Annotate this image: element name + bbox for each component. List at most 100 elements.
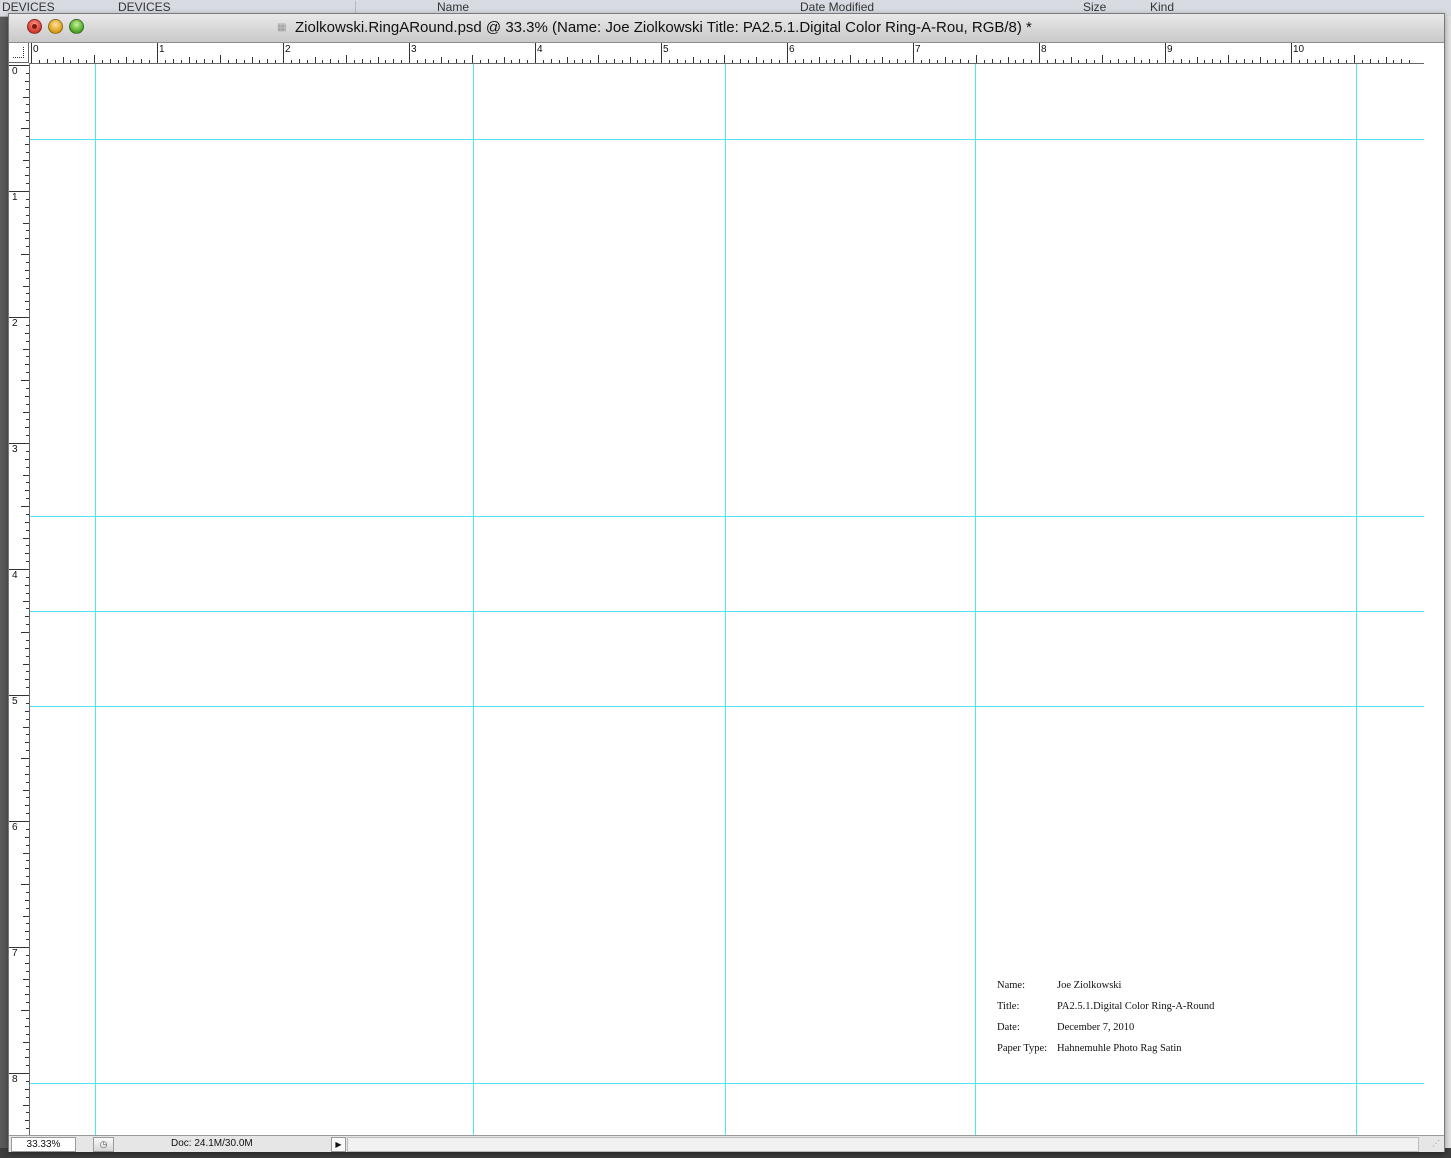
ruler-tick: [881, 57, 883, 63]
ruler-tick: [1172, 60, 1174, 63]
horizontal-guide[interactable]: [30, 611, 1424, 612]
ruler-tick: [542, 60, 544, 63]
ruler-tick: [133, 60, 135, 63]
document-icon[interactable]: ▦: [277, 23, 289, 33]
ruler-tick: [220, 55, 221, 63]
horizontal-guide[interactable]: [30, 1083, 1424, 1084]
ruler-tick: [26, 860, 29, 862]
ruler-tick: [117, 60, 119, 63]
horizontal-guide[interactable]: [30, 139, 1424, 140]
ruler-tick: [26, 450, 29, 452]
ruler-tick: [26, 1096, 29, 1098]
ruler-tick: [1054, 59, 1056, 63]
ruler-tick: [1094, 60, 1096, 63]
history-clock-icon[interactable]: ◷: [93, 1137, 114, 1152]
ruler-tick: [479, 60, 481, 63]
ruler-tick: [290, 60, 292, 63]
ruler-label: 5: [663, 44, 669, 55]
ruler-tick: [519, 59, 521, 63]
ruler-tick: [26, 844, 29, 846]
column-header-date[interactable]: Date Modified: [800, 0, 874, 14]
ruler-tick: [857, 60, 859, 63]
vertical-ruler[interactable]: 0 1 2 3 4 5 6 7 8: [9, 63, 30, 1135]
ruler-tick: [731, 60, 733, 63]
ruler-tick: [393, 59, 395, 63]
resize-grip-icon[interactable]: ⋰: [1432, 1139, 1442, 1149]
ruler-tick: [747, 60, 749, 63]
horizontal-guide[interactable]: [30, 516, 1424, 517]
ruler-tick: [25, 395, 29, 397]
ruler-label: 7: [915, 44, 921, 55]
ruler-tick: [1125, 60, 1127, 63]
document-canvas[interactable]: Name: Joe Ziolkowski Title: PA2.5.1.Digi…: [30, 64, 1424, 1135]
ruler-tick: [25, 773, 29, 775]
ruler-tick: [629, 57, 631, 63]
ruler-label: 10: [1293, 44, 1305, 55]
ruler-tick: [26, 230, 29, 232]
info-label: Name:: [997, 980, 1025, 991]
ruler-tick: [944, 57, 946, 63]
status-menu-arrow-icon[interactable]: ▶: [331, 1137, 346, 1152]
ruler-tick: [26, 765, 29, 767]
zoom-level-field[interactable]: 33.33%: [11, 1137, 76, 1152]
column-header-size[interactable]: Size: [1083, 0, 1106, 14]
ruler-tick: [26, 576, 29, 578]
ruler-tick: [25, 1120, 29, 1122]
column-header-kind[interactable]: Kind: [1150, 0, 1174, 14]
ruler-tick: [23, 726, 29, 728]
ruler-tick: [26, 907, 29, 909]
vertical-guide[interactable]: [975, 64, 976, 1135]
zoom-button[interactable]: [69, 19, 84, 34]
ruler-tick: [25, 931, 29, 933]
title-bar[interactable]: ▦ Ziolkowski.RingARound.psd @ 33.3% (Nam…: [9, 14, 1444, 43]
ruler-tick: [21, 506, 29, 507]
ruler-tick: [1007, 57, 1009, 63]
ruler-tick: [275, 60, 277, 63]
ruler-tick: [23, 222, 29, 224]
ruler-tick: [684, 60, 686, 63]
ruler-tick: [1015, 60, 1017, 63]
ruler-tick: [1109, 60, 1111, 63]
ruler-tick: [369, 60, 371, 63]
ruler-label: 1: [159, 44, 165, 55]
horizontal-ruler[interactable]: 0 1 2 3 4 5 6 7 8 9 10: [29, 43, 1424, 64]
ruler-tick: [598, 55, 599, 63]
ruler-tick: [21, 758, 29, 759]
ruler-tick: [26, 1112, 29, 1114]
ruler-tick: [26, 986, 29, 988]
ruler-tick: [26, 482, 29, 484]
info-value: Joe Ziolkowski: [1057, 980, 1122, 991]
vertical-guide[interactable]: [725, 64, 726, 1135]
ruler-tick: [78, 59, 80, 63]
ruler-tick: [1220, 60, 1222, 63]
ruler-tick: [1039, 43, 1040, 63]
ruler-tick: [283, 43, 284, 63]
ruler-tick: [26, 419, 29, 421]
vertical-guide[interactable]: [1356, 64, 1357, 1135]
minimize-button[interactable]: [48, 19, 63, 34]
ruler-tick: [1235, 60, 1237, 63]
horizontal-guide[interactable]: [30, 706, 1424, 707]
vertical-guide[interactable]: [473, 64, 474, 1135]
ruler-tick: [1314, 60, 1316, 63]
ruler-tick: [920, 60, 922, 63]
ruler-label: 1: [12, 192, 18, 203]
ruler-tick: [1369, 59, 1371, 63]
ruler-tick: [172, 59, 174, 63]
ruler-tick: [1361, 60, 1363, 63]
vertical-guide[interactable]: [95, 64, 96, 1135]
ruler-tick: [1149, 59, 1151, 63]
ruler-tick: [101, 60, 103, 63]
ruler-tick: [26, 687, 29, 689]
ruler-tick: [21, 380, 29, 381]
ruler-tick: [1086, 59, 1088, 63]
ruler-tick: [550, 59, 552, 63]
ruler-tick: [26, 293, 29, 295]
ruler-tick: [21, 1010, 29, 1011]
ruler-origin[interactable]: [9, 43, 29, 63]
horizontal-scrollbar[interactable]: [347, 1137, 1419, 1152]
ruler-tick: [26, 261, 29, 263]
ruler-tick: [913, 43, 914, 63]
column-header-name[interactable]: Name: [437, 0, 469, 14]
close-button[interactable]: [27, 19, 42, 34]
